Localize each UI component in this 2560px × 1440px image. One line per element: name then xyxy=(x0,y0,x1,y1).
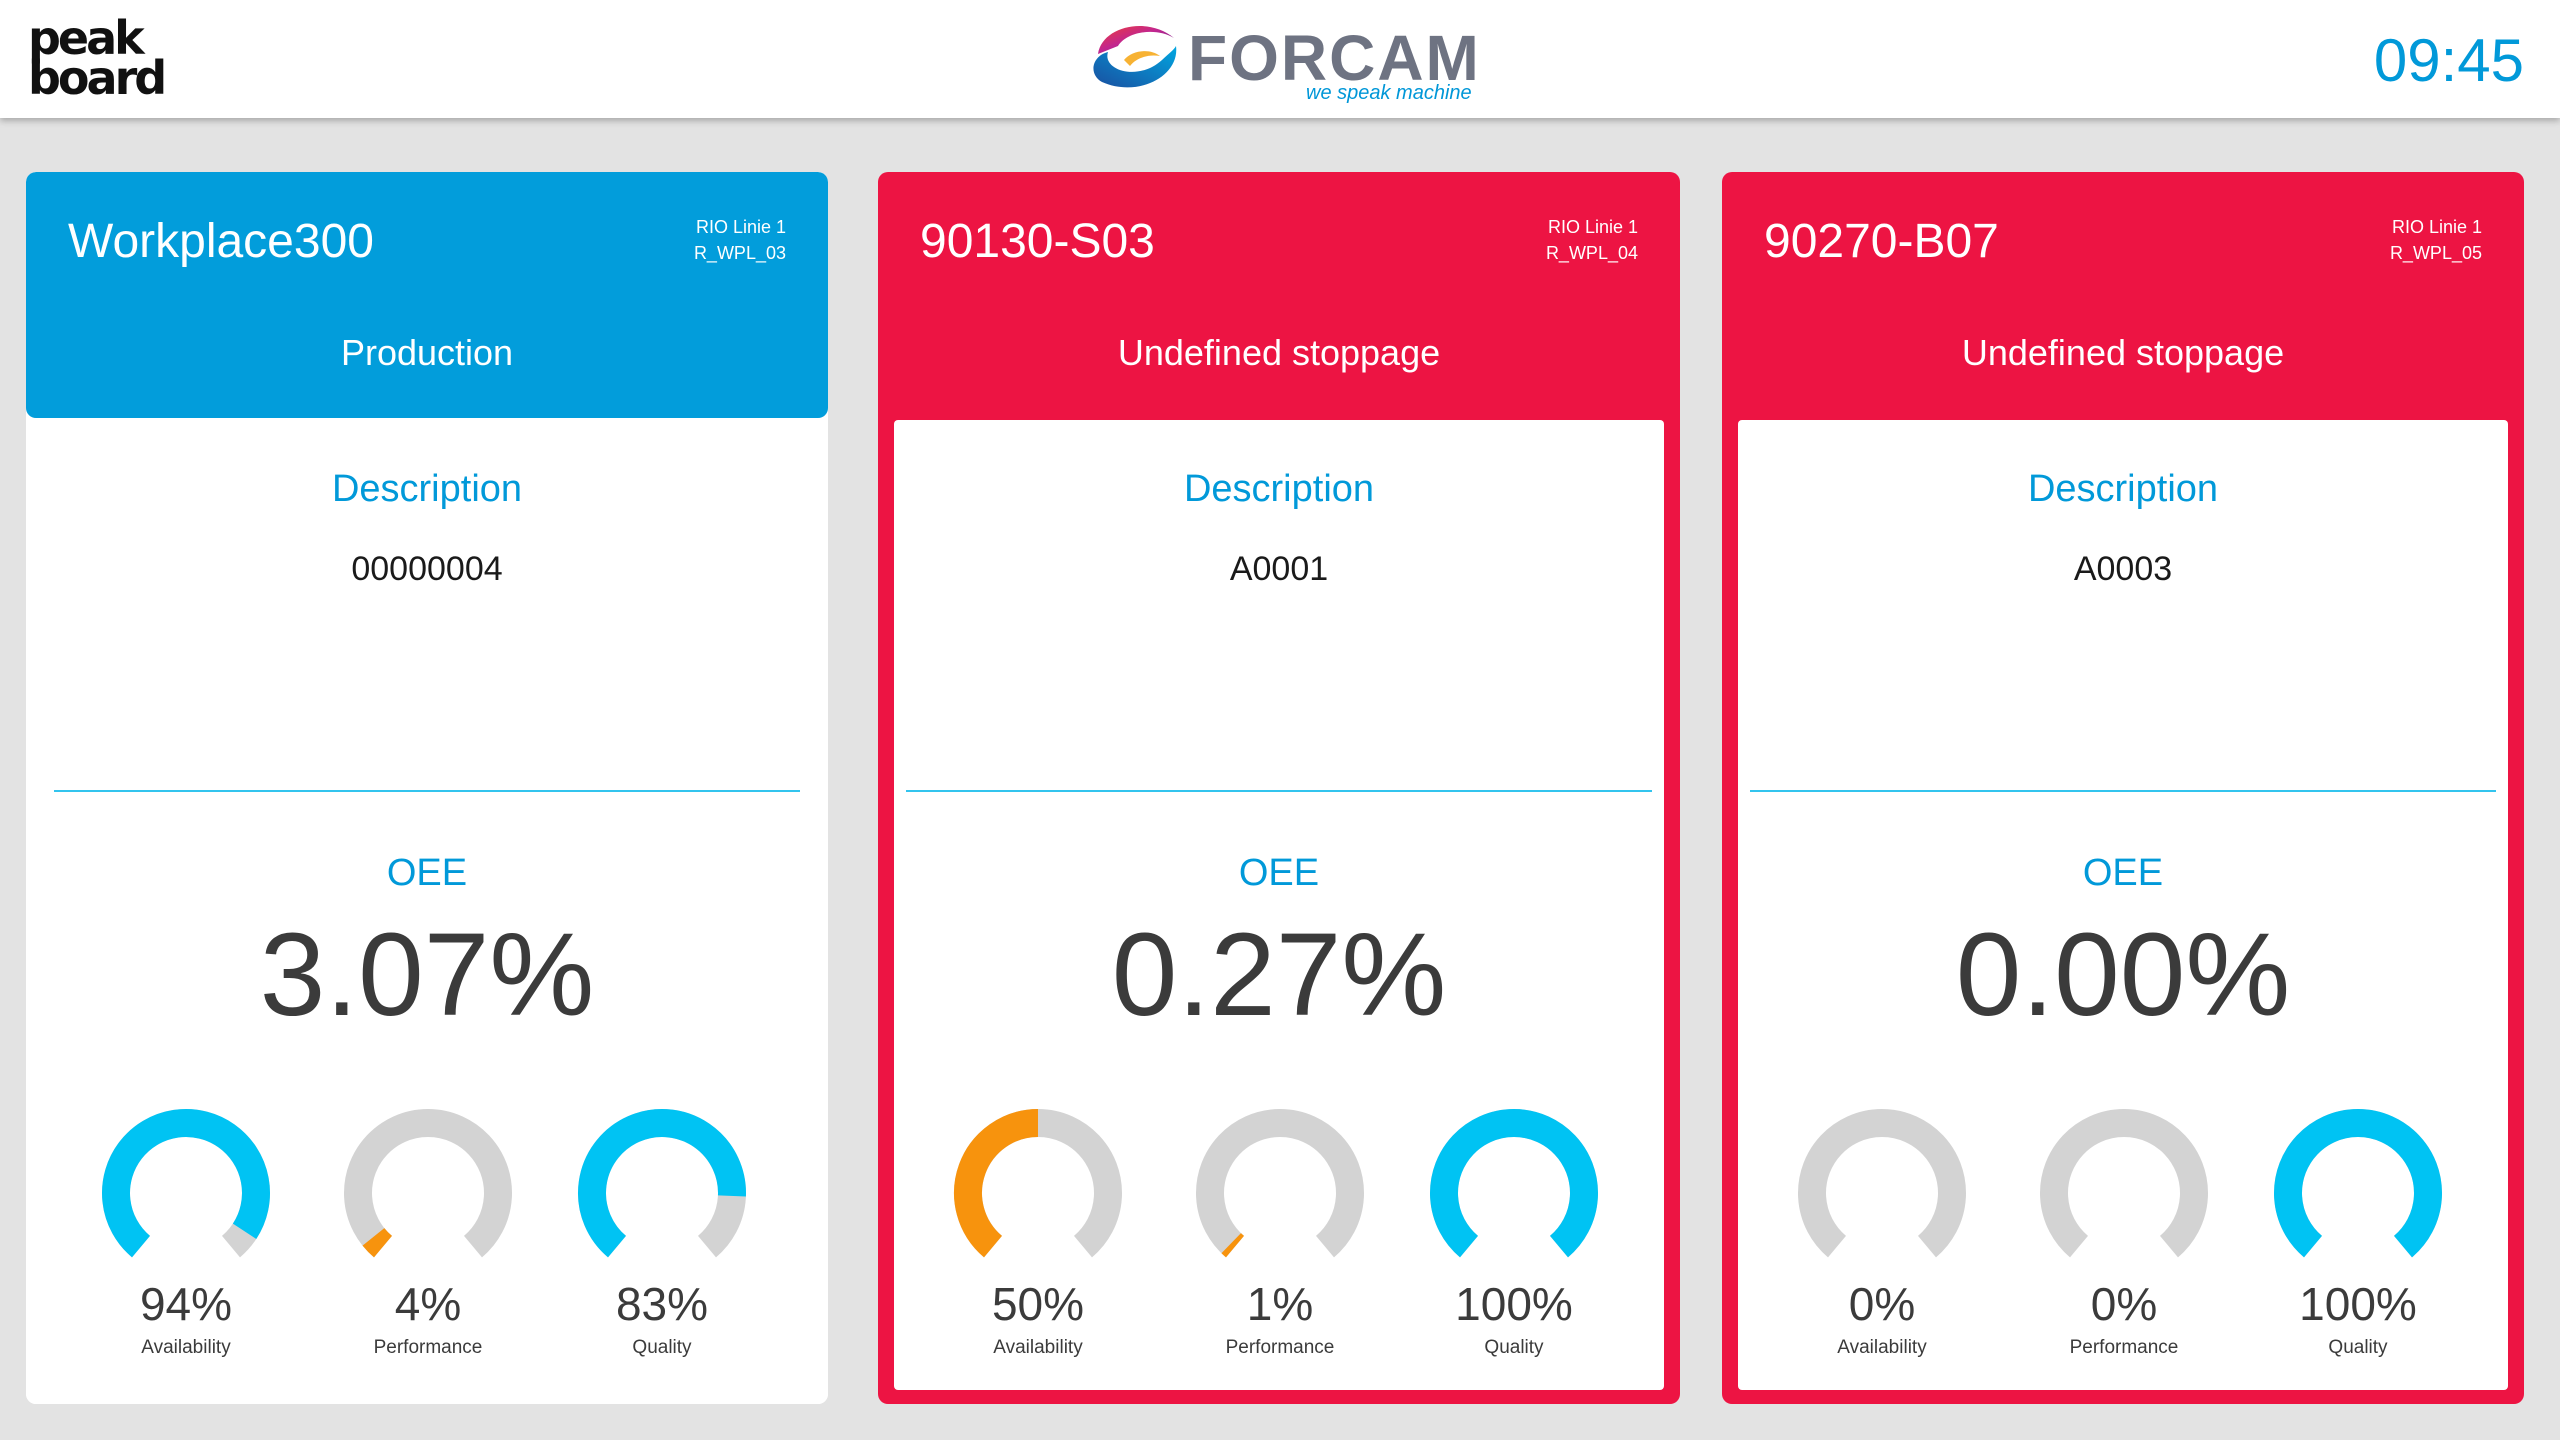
description-value: 00000004 xyxy=(351,550,503,588)
gauge-availability: 50% Availability xyxy=(943,1108,1133,1368)
workplace-meta: RIO Linie 1 R_WPL_04 xyxy=(1546,214,1638,266)
gauge-ring-quality xyxy=(2274,1109,2442,1258)
line-name: RIO Linie 1 xyxy=(695,217,786,237)
gauge-value: 0% xyxy=(1848,1278,1916,1330)
gauge-value: 83% xyxy=(615,1278,709,1330)
card-header: Workplace300 RIO Linie 1 R_WPL_03 Produc… xyxy=(26,172,828,418)
workplace-card-2[interactable]: 90130-S03 RIO Linie 1 R_WPL_04 Undefined… xyxy=(878,172,1680,1404)
gauge-performance: 1% Performance xyxy=(1185,1108,1375,1368)
gauge-fill xyxy=(1221,1233,1245,1258)
workplace-meta: RIO Linie 1 R_WPL_03 xyxy=(694,214,786,266)
gauge-ring-performance xyxy=(2040,1109,2208,1258)
workplace-title: 90270-B07 xyxy=(1764,215,1999,268)
peakboard-logo-line2: board xyxy=(28,51,167,105)
oee-value: 3.07% xyxy=(259,909,595,1041)
gauge-track xyxy=(1196,1109,1364,1258)
card-header: 90270-B07 RIO Linie 1 R_WPL_05 Undefined… xyxy=(1722,172,2524,418)
workplace-title: Workplace300 xyxy=(68,215,374,268)
divider xyxy=(906,790,1652,792)
gauge-fill xyxy=(2274,1109,2442,1258)
forcam-tagline: we speak machine xyxy=(1306,82,1472,104)
gauge-ring-quality xyxy=(578,1109,746,1258)
oee-value: 0.27% xyxy=(1111,909,1447,1041)
description-value: A0001 xyxy=(1229,550,1329,588)
gauge-track xyxy=(2040,1109,2208,1258)
gauge-value: 100% xyxy=(1455,1278,1573,1330)
oee-label: OEE xyxy=(2082,852,2164,894)
workplace-card-1[interactable]: Workplace300 RIO Linie 1 R_WPL_03 Produc… xyxy=(26,172,828,1404)
gauge-availability: 0% Availability xyxy=(1787,1108,1977,1368)
divider xyxy=(1750,790,2496,792)
gauge-fill xyxy=(1430,1109,1598,1258)
card-body: Description A0001 OEE 0.27% 50% Availabil… xyxy=(894,420,1664,1390)
gauge-quality: 83% Quality xyxy=(567,1108,757,1368)
workplace-code: R_WPL_04 xyxy=(1545,243,1638,263)
gauge-ring-performance xyxy=(344,1109,512,1258)
workplace-card-3[interactable]: 90270-B07 RIO Linie 1 R_WPL_05 Undefined… xyxy=(1722,172,2524,1404)
gauge-label: Performance xyxy=(2069,1337,2179,1358)
status-text: Undefined stoppage xyxy=(1961,332,2285,373)
forcam-swirl-icon xyxy=(1093,26,1177,88)
gauge-label: Quality xyxy=(2328,1337,2388,1358)
gauge-value: 100% xyxy=(2299,1278,2417,1330)
oee-label: OEE xyxy=(1238,852,1320,894)
gauge-label: Quality xyxy=(1484,1337,1544,1358)
gauge-quality: 100% Quality xyxy=(2263,1108,2453,1368)
card-header: 90130-S03 RIO Linie 1 R_WPL_04 Undefined… xyxy=(878,172,1680,418)
line-name: RIO Linie 1 xyxy=(1547,217,1638,237)
forcam-logo: FORCAM we speak machine xyxy=(1088,14,1488,106)
gauge-performance: 0% Performance xyxy=(2029,1108,2219,1368)
gauge-track xyxy=(344,1109,512,1258)
description-label: Description xyxy=(331,468,523,510)
gauge-label: Performance xyxy=(1225,1337,1335,1358)
description-value: A0003 xyxy=(2073,550,2173,588)
gauge-label: Availability xyxy=(1837,1337,1927,1358)
forcam-wordmark: FORCAM xyxy=(1188,22,1481,94)
gauge-fill xyxy=(362,1227,393,1258)
divider xyxy=(54,790,800,792)
gauge-label: Availability xyxy=(993,1337,1083,1358)
gauge-value: 1% xyxy=(1246,1278,1314,1330)
workplace-meta: RIO Linie 1 R_WPL_05 xyxy=(2390,214,2482,266)
gauge-quality: 100% Quality xyxy=(1419,1108,1609,1368)
description-label: Description xyxy=(2027,468,2219,510)
clock: 09:45 xyxy=(2373,27,2524,94)
gauge-ring-availability xyxy=(954,1109,1122,1258)
workplace-title: 90130-S03 xyxy=(920,215,1155,268)
gauge-label: Performance xyxy=(373,1337,483,1358)
workplace-code: R_WPL_05 xyxy=(2389,243,2482,263)
gauge-value: 50% xyxy=(991,1278,1085,1330)
gauge-ring-quality xyxy=(1430,1109,1598,1258)
gauge-value: 94% xyxy=(139,1278,233,1330)
oee-value: 0.00% xyxy=(1955,909,2291,1041)
card-body: Description 00000004 OEE 3.07% 94% Availa… xyxy=(26,418,828,1404)
status-text: Production xyxy=(340,332,514,373)
gauge-availability: 94% Availability xyxy=(91,1108,281,1368)
description-label: Description xyxy=(1183,468,1375,510)
gauge-ring-availability xyxy=(102,1109,270,1258)
peakboard-logo: peak board xyxy=(28,15,178,105)
status-text: Undefined stoppage xyxy=(1117,332,1441,373)
top-header: peak board FORCAM we speak machine 09:45 xyxy=(0,0,2560,118)
line-name: RIO Linie 1 xyxy=(2391,217,2482,237)
gauge-fill xyxy=(954,1109,1039,1258)
card-body: Description A0003 OEE 0.00% 0% Availabili… xyxy=(1738,420,2508,1390)
gauge-label: Availability xyxy=(141,1337,231,1358)
oee-label: OEE xyxy=(386,852,468,894)
gauge-ring-availability xyxy=(1798,1109,1966,1258)
gauge-value: 0% xyxy=(2090,1278,2158,1330)
gauge-ring-performance xyxy=(1196,1109,1364,1258)
workplace-code: R_WPL_03 xyxy=(693,243,786,263)
gauge-value: 4% xyxy=(394,1278,462,1330)
gauge-performance: 4% Performance xyxy=(333,1108,523,1368)
gauge-label: Quality xyxy=(632,1337,692,1358)
gauge-track xyxy=(1798,1109,1966,1258)
